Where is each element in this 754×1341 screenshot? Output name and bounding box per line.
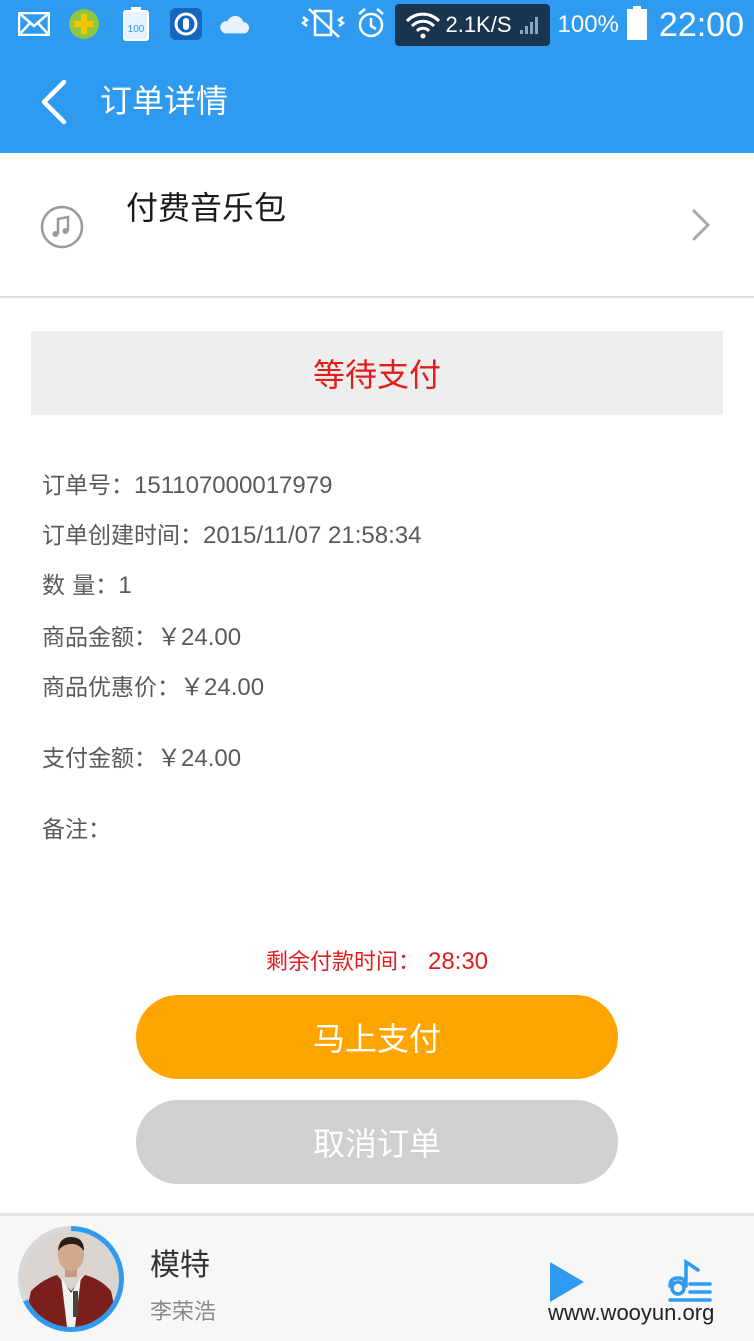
payment-countdown: 剩余付款时间： 28:30 bbox=[0, 944, 754, 976]
quantity-value: 1 bbox=[118, 572, 132, 599]
signal-icon bbox=[519, 17, 538, 34]
battery-icon bbox=[626, 6, 647, 44]
created-time-label: 订单创建时间： bbox=[42, 523, 203, 549]
countdown-value: 28:30 bbox=[427, 948, 489, 975]
product-row[interactable]: 付费音乐包 bbox=[0, 153, 754, 298]
play-icon[interactable] bbox=[544, 1260, 588, 1304]
amount-label: 商品金额： bbox=[42, 625, 157, 651]
pay-amount-value: ￥24.00 bbox=[157, 745, 242, 772]
order-number-label: 订单号： bbox=[42, 473, 134, 499]
pay-now-button[interactable]: 马上支付 bbox=[136, 995, 618, 1079]
music-note-icon bbox=[40, 205, 84, 249]
discount-value: ￥24.00 bbox=[180, 674, 265, 701]
remark-label: 备注： bbox=[42, 817, 111, 843]
quantity-label: 数 量： bbox=[42, 573, 119, 599]
watermark: www.wooyun.org bbox=[548, 1300, 715, 1325]
mini-player: 模特 李荣浩 www.wooyun.org bbox=[0, 1213, 754, 1341]
status-bar: 100 2.1K/S 100% 22:00 bbox=[0, 0, 754, 50]
pay-amount-label: 支付金额： bbox=[42, 746, 157, 772]
app-notification-icon bbox=[170, 8, 202, 40]
cancel-order-button[interactable]: 取消订单 bbox=[136, 1100, 618, 1184]
remark-row: 备注： bbox=[42, 810, 111, 844]
order-number-value: 151107000017979 bbox=[134, 472, 333, 499]
chevron-left-icon bbox=[41, 79, 67, 125]
discount-label: 商品优惠价： bbox=[42, 675, 180, 701]
amount-row: 商品金额：￥24.00 bbox=[42, 617, 241, 652]
chevron-right-icon bbox=[692, 209, 710, 241]
pay-amount-row: 支付金额：￥24.00 bbox=[42, 738, 241, 773]
security-app-icon bbox=[68, 8, 100, 40]
app-bar: 订单详情 bbox=[0, 50, 754, 153]
album-art bbox=[23, 1231, 119, 1327]
amount-value: ￥24.00 bbox=[157, 624, 242, 651]
order-number-row: 订单号：151107000017979 bbox=[42, 466, 332, 500]
back-button[interactable] bbox=[28, 72, 78, 132]
created-time-row: 订单创建时间：2015/11/07 21:58:34 bbox=[42, 516, 421, 550]
top-bar: 100 2.1K/S 100% 22:00 订单详情 bbox=[0, 0, 754, 153]
order-status-banner: 等待支付 bbox=[31, 331, 723, 415]
playlist-icon[interactable] bbox=[664, 1256, 714, 1306]
song-title: 模特 bbox=[150, 1248, 210, 1283]
product-name: 付费音乐包 bbox=[126, 189, 287, 227]
countdown-label: 剩余付款时间： bbox=[265, 950, 420, 975]
network-speed-indicator: 2.1K/S bbox=[395, 4, 550, 46]
page-title: 订单详情 bbox=[100, 82, 229, 120]
battery-percent: 100% bbox=[557, 11, 619, 38]
status-right-group: 2.1K/S 100% 22:00 bbox=[299, 0, 744, 50]
battery-app-icon: 100 bbox=[120, 7, 152, 41]
svg-text:100: 100 bbox=[128, 24, 145, 35]
clock: 22:00 bbox=[658, 5, 744, 44]
created-time-value: 2015/11/07 21:58:34 bbox=[203, 522, 422, 549]
album-art-progress[interactable] bbox=[18, 1226, 124, 1332]
discount-row: 商品优惠价：￥24.00 bbox=[42, 667, 264, 702]
artist-name: 李荣浩 bbox=[150, 1300, 217, 1325]
quantity-row: 数 量：1 bbox=[42, 566, 132, 600]
mail-icon bbox=[18, 8, 50, 40]
cloud-icon bbox=[218, 8, 250, 40]
network-speed-text: 2.1K/S bbox=[445, 12, 512, 37]
vibrate-mute-icon bbox=[299, 7, 347, 43]
alarm-icon bbox=[355, 7, 387, 43]
wifi-icon bbox=[406, 12, 441, 39]
